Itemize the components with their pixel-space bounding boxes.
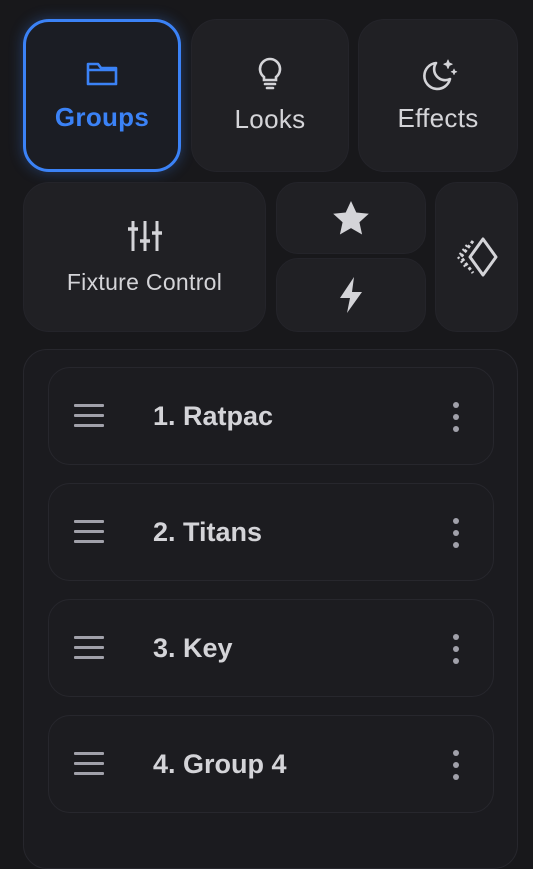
group-name: 1. Ratpac [153, 401, 274, 431]
group-row[interactable]: 3. Key [48, 599, 494, 697]
drag-handle-icon[interactable] [74, 520, 104, 544]
more-options-icon[interactable] [449, 518, 463, 548]
folder-icon [85, 58, 119, 88]
tab-effects-label: Effects [397, 103, 479, 133]
sliders-icon [126, 219, 164, 253]
tab-groups[interactable]: Groups [23, 19, 181, 172]
tab-fixture-control[interactable]: Fixture Control [23, 182, 266, 332]
more-options-icon[interactable] [449, 634, 463, 664]
tab-looks-label: Looks [234, 104, 306, 134]
lightbulb-icon [255, 56, 285, 90]
drag-handle-icon[interactable] [74, 404, 104, 428]
favorites-button[interactable] [276, 182, 426, 254]
tab-fixture-control-label: Fixture Control [66, 268, 223, 295]
group-name: 3. Key [153, 633, 233, 663]
tab-groups-label: Groups [54, 102, 150, 132]
more-options-icon[interactable] [449, 402, 463, 432]
group-name: 4. Group 4 [153, 749, 287, 779]
group-name: 2. Titans [153, 517, 263, 547]
lightning-icon [336, 276, 366, 314]
group-row[interactable]: 2. Titans [48, 483, 494, 581]
brand-logo-icon [455, 236, 499, 278]
flash-button[interactable] [276, 258, 426, 332]
tab-effects[interactable]: Effects [358, 19, 518, 172]
drag-handle-icon[interactable] [74, 636, 104, 660]
brand-logo-button[interactable] [435, 182, 518, 332]
moon-stars-icon [418, 57, 458, 93]
group-row[interactable]: 4. Group 4 [48, 715, 494, 813]
more-options-icon[interactable] [449, 750, 463, 780]
star-icon [332, 200, 370, 236]
tab-looks[interactable]: Looks [191, 19, 349, 172]
group-row[interactable]: 1. Ratpac [48, 367, 494, 465]
groups-list-panel: 1. Ratpac 2. Titans 3. Key 4. Group 4 [23, 349, 518, 869]
drag-handle-icon[interactable] [74, 752, 104, 776]
